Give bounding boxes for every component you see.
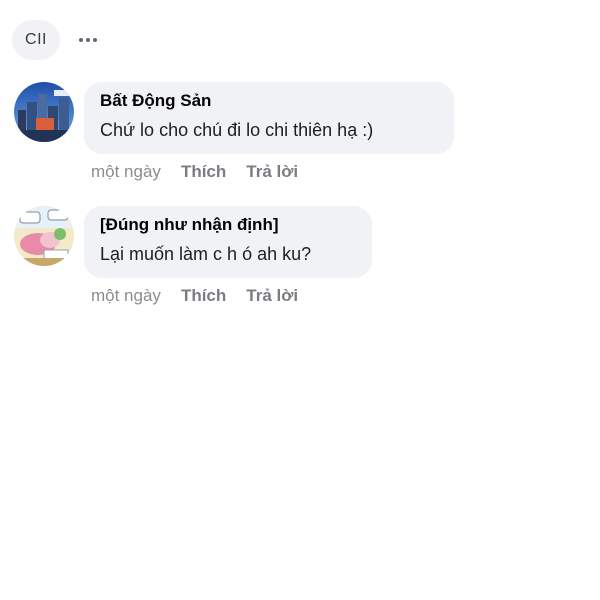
comment-actions: một ngày Thích Trả lời (91, 286, 298, 306)
comment-bubble: [Đúng như nhận định] Lại muốn làm c h ó … (84, 206, 372, 278)
more-options-button[interactable] (70, 22, 106, 58)
cartoon-avatar-image (14, 206, 74, 266)
comment-text: Lại muốn làm c h ó ah ku? (100, 244, 312, 264)
like-button[interactable]: Thích (181, 162, 226, 182)
avatar[interactable] (14, 206, 74, 266)
avatar[interactable] (14, 82, 74, 142)
comments-page: CII Bất Động Sản Chứ lo cho chú đi lo ch… (0, 0, 600, 600)
comment-time[interactable]: một ngày (91, 162, 161, 182)
comment-bubble: Bất Động Sản Chứ lo cho chú đi lo chi th… (84, 82, 454, 154)
sort-chip-label: CII (25, 31, 47, 48)
comment-text: Chứ lo cho chú đi lo chi thiên hạ :) (100, 120, 374, 140)
comment-topbar: CII (12, 20, 106, 60)
like-button[interactable]: Thích (181, 286, 226, 306)
comment-author[interactable]: [Đúng như nhận định] (100, 214, 356, 236)
more-horizontal-icon (79, 38, 97, 42)
reply-button[interactable]: Trả lời (246, 286, 298, 306)
reply-button[interactable]: Trả lời (246, 162, 298, 182)
comment-author[interactable]: Bất Động Sản (100, 90, 438, 112)
city-avatar-image (14, 82, 74, 142)
comment-actions: một ngày Thích Trả lời (91, 162, 298, 182)
comment-time[interactable]: một ngày (91, 286, 161, 306)
sort-chip[interactable]: CII (12, 20, 60, 60)
